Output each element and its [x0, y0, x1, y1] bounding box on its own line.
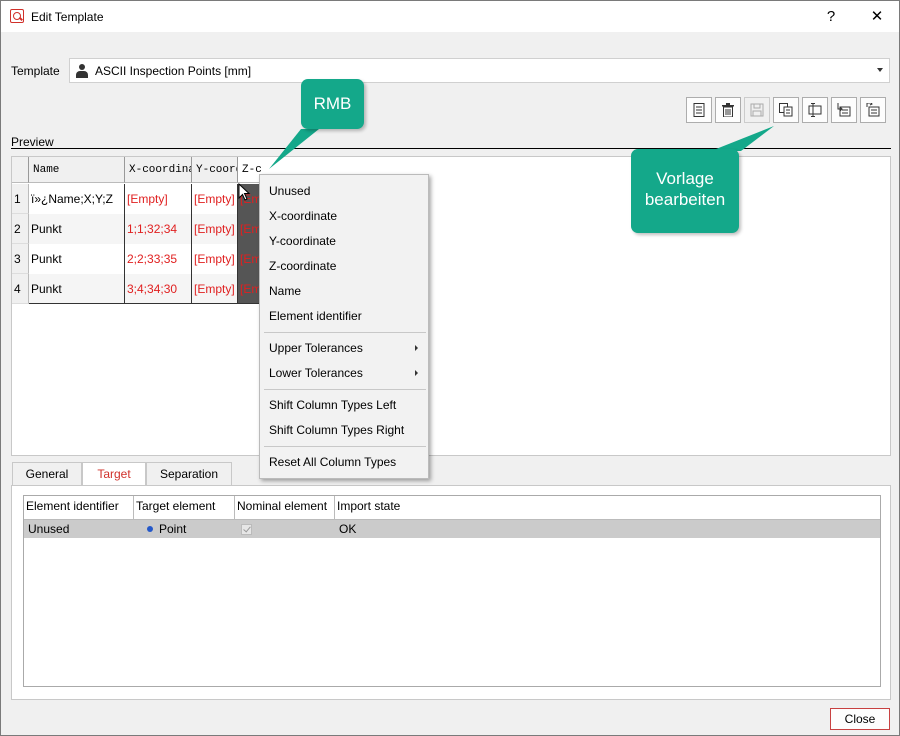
- delete-template-button[interactable]: [715, 97, 741, 123]
- rename-icon: [808, 103, 822, 117]
- preview-grid[interactable]: Name X-coordina Y-coord Z-coord 1 ï»¿Nam…: [11, 156, 891, 456]
- column-type-context-menu: Unused X-coordinate Y-coordinate Z-coord…: [259, 174, 429, 479]
- tab-target[interactable]: Target: [82, 462, 146, 487]
- chevron-down-icon: [877, 68, 883, 72]
- cell-name[interactable]: Punkt: [29, 214, 125, 244]
- menu-item-lower-tolerances[interactable]: Lower Tolerances: [260, 361, 428, 385]
- copy-icon: [779, 103, 793, 117]
- rename-template-button[interactable]: [802, 97, 828, 123]
- close-button[interactable]: Close: [830, 708, 890, 730]
- preview-label: Preview: [11, 135, 54, 149]
- vorlage-callout-line1: Vorlage: [656, 169, 714, 188]
- menu-separator: [264, 446, 426, 447]
- row-target-element-label: Point: [159, 522, 187, 536]
- app-search-icon: [10, 9, 24, 23]
- header-element-identifier[interactable]: Element identifier: [24, 496, 134, 520]
- cell-y[interactable]: [Empty]: [192, 184, 238, 214]
- row-number: 1: [12, 184, 29, 214]
- cell-name[interactable]: ï»¿Name;X;Y;Z: [29, 184, 125, 214]
- new-template-button[interactable]: [686, 97, 712, 123]
- menu-item-shift-right[interactable]: Shift Column Types Right: [260, 418, 428, 442]
- menu-separator: [264, 389, 426, 390]
- delete-icon: [722, 103, 734, 117]
- submenu-arrow-icon: [415, 345, 418, 351]
- radio-dot-icon: [147, 526, 153, 532]
- cell-x[interactable]: 1;1;32;34: [125, 214, 192, 244]
- menu-item-name[interactable]: Name: [260, 279, 428, 303]
- menu-item-shift-left[interactable]: Shift Column Types Left: [260, 393, 428, 417]
- cell-x[interactable]: [Empty]: [125, 184, 192, 214]
- edit-template-dialog: Edit Template ? ✕ Template ASCII Inspect…: [0, 0, 900, 736]
- export-icon: [866, 103, 880, 117]
- help-button[interactable]: ?: [811, 5, 851, 29]
- save-icon: [750, 103, 764, 117]
- menu-item-lower-tolerances-label: Lower Tolerances: [269, 366, 363, 380]
- menu-separator: [264, 332, 426, 333]
- target-table[interactable]: Element identifier Target element Nomina…: [23, 495, 881, 687]
- target-tab-panel: Element identifier Target element Nomina…: [11, 485, 891, 700]
- cell-y[interactable]: [Empty]: [192, 274, 238, 304]
- template-label: Template: [11, 64, 60, 78]
- vorlage-callout-line2: bearbeiten: [644, 190, 726, 209]
- window-title: Edit Template: [31, 10, 104, 24]
- column-header-y[interactable]: Y-coord: [192, 157, 238, 183]
- rmb-callout: RMB: [301, 79, 364, 129]
- cell-name[interactable]: Punkt: [29, 274, 125, 304]
- new-icon: [693, 103, 705, 117]
- cell-z[interactable]: [Em: [238, 274, 260, 304]
- menu-item-y-coordinate[interactable]: Y-coordinate: [260, 229, 428, 253]
- menu-item-z-coordinate[interactable]: Z-coordinate: [260, 254, 428, 278]
- grid-bottom-border: [29, 303, 269, 304]
- template-value: ASCII Inspection Points [mm]: [95, 64, 252, 78]
- save-template-button[interactable]: [744, 97, 770, 123]
- cell-x[interactable]: 3;4;34;30: [125, 274, 192, 304]
- tab-separation[interactable]: Separation: [146, 462, 232, 486]
- cell-z[interactable]: [Em: [238, 244, 260, 274]
- import-template-button[interactable]: [831, 97, 857, 123]
- submenu-arrow-icon: [415, 370, 418, 376]
- row-number: 3: [12, 244, 29, 274]
- corner-header: [12, 157, 29, 183]
- person-icon: [76, 64, 88, 78]
- cell-name[interactable]: Punkt: [29, 244, 125, 274]
- column-header-x[interactable]: X-coordina: [125, 157, 192, 183]
- nominal-element-checkbox[interactable]: [241, 524, 252, 535]
- row-number: 4: [12, 274, 29, 304]
- menu-item-reset-all[interactable]: Reset All Column Types: [260, 450, 428, 474]
- divider: [11, 148, 891, 149]
- title-bar: Edit Template ? ✕: [1, 1, 899, 32]
- header-target-element[interactable]: Target element: [134, 496, 235, 520]
- row-number: 2: [12, 214, 29, 244]
- cell-x[interactable]: 2;2;33;35: [125, 244, 192, 274]
- menu-item-x-coordinate[interactable]: X-coordinate: [260, 204, 428, 228]
- import-icon: [837, 103, 851, 117]
- close-window-button[interactable]: ✕: [857, 5, 897, 29]
- cell-z[interactable]: [Em: [238, 214, 260, 244]
- header-nominal-element[interactable]: Nominal element: [235, 496, 335, 520]
- cell-y[interactable]: [Empty]: [192, 244, 238, 274]
- tab-general[interactable]: General: [12, 462, 82, 486]
- menu-item-element-identifier[interactable]: Element identifier: [260, 304, 428, 328]
- copy-template-button[interactable]: [773, 97, 799, 123]
- vorlage-bearbeiten-callout: Vorlage bearbeiten: [631, 149, 739, 233]
- column-header-name[interactable]: Name: [29, 157, 125, 183]
- export-template-button[interactable]: [860, 97, 886, 123]
- menu-item-upper-tolerances[interactable]: Upper Tolerances: [260, 336, 428, 360]
- cell-y[interactable]: [Empty]: [192, 214, 238, 244]
- row-element-identifier: Unused: [28, 522, 70, 536]
- row-target-element: Point: [147, 520, 186, 538]
- row-import-state: OK: [339, 522, 357, 536]
- header-import-state[interactable]: Import state: [335, 496, 880, 520]
- template-combobox[interactable]: ASCII Inspection Points [mm]: [69, 58, 890, 83]
- menu-item-upper-tolerances-label: Upper Tolerances: [269, 341, 363, 355]
- menu-item-unused[interactable]: Unused: [260, 179, 428, 203]
- mouse-cursor-icon: [238, 183, 251, 201]
